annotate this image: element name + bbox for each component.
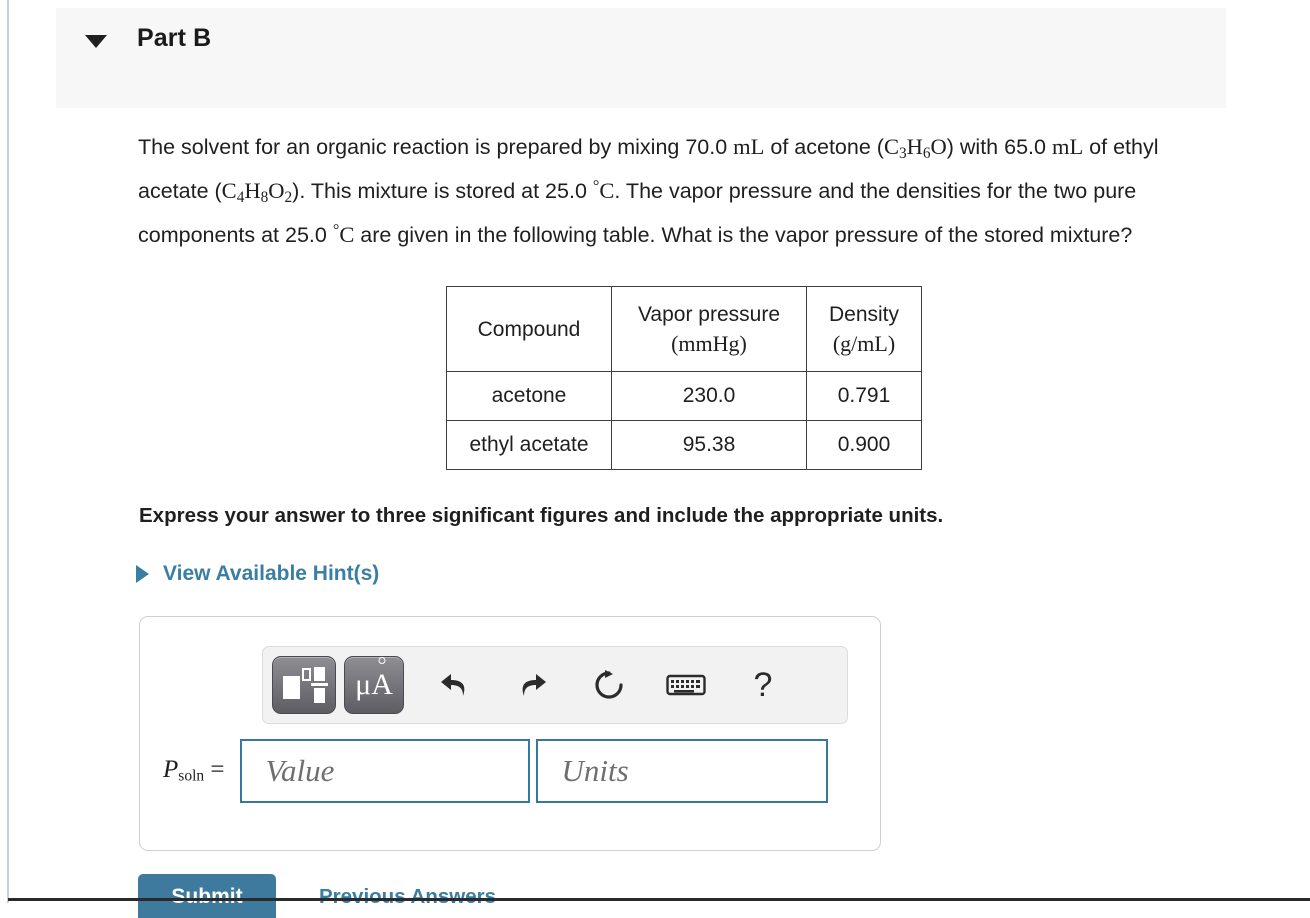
table-row: ethyl acetate 95.38 0.900 — [446, 420, 922, 470]
units-button[interactable]: μA — [344, 656, 404, 714]
formula-acetone: C3H6O — [883, 134, 947, 162]
bottom-divider — [8, 898, 1310, 901]
micro-angstrom-icon: μA — [355, 657, 393, 700]
part-header-band: Part B — [56, 8, 1226, 108]
undo-arrow-icon — [441, 674, 465, 696]
redo-button[interactable] — [503, 656, 561, 714]
view-hints-label: View Available Hint(s) — [163, 562, 380, 585]
answer-variable-label: Psoln = — [163, 756, 225, 785]
cell-compound: acetone — [446, 371, 612, 421]
triangle-right-icon — [136, 565, 149, 583]
cell-vapor-pressure: 95.38 — [611, 420, 807, 470]
cell-compound: ethyl acetate — [446, 420, 612, 470]
instruction-text: Express your answer to three significant… — [139, 504, 944, 527]
keyboard-icon — [666, 674, 706, 696]
value-placeholder: Value — [265, 753, 335, 788]
header-vapor-pressure: Vapor pressure (mmHg) — [611, 286, 807, 372]
redo-arrow-icon — [522, 674, 546, 696]
problem-text-3: ) with — [946, 135, 999, 159]
header-vapor-pressure-label: Vapor pressure — [637, 302, 781, 326]
reset-button[interactable] — [580, 656, 638, 714]
temperature-2: °C — [332, 220, 355, 247]
problem-text-1: The solvent for an organic reaction is p… — [138, 135, 734, 159]
problem-text-2: of acetone ( — [764, 135, 884, 159]
page-title: Part B — [137, 24, 212, 52]
units-input[interactable]: Units — [536, 739, 829, 803]
units-placeholder: Units — [561, 753, 629, 788]
table-row: acetone 230.0 0.791 — [446, 371, 922, 421]
cell-density: 0.900 — [806, 420, 922, 470]
previous-answers-link[interactable]: Previous Answers — [319, 885, 496, 909]
cell-vapor-pressure: 230.0 — [611, 371, 807, 421]
value-input[interactable]: Value — [240, 739, 531, 803]
answer-card: μA ? Psoln = Value Units — [139, 616, 881, 851]
problem-text-7: . The vapor pressure — [614, 178, 813, 203]
header-vapor-pressure-unit: (mmHg) — [671, 330, 747, 356]
undo-button[interactable] — [426, 656, 484, 714]
answer-input-row: Psoln = Value Units — [163, 739, 829, 803]
cell-density: 0.791 — [806, 371, 922, 421]
unit-ml-2: mL — [1051, 134, 1084, 159]
header-density-label: Density — [828, 302, 900, 326]
problem-text-9: are given in the following table. — [354, 222, 656, 247]
problem-text-4: 65.0 — [1004, 135, 1052, 159]
temperature-1: °C — [592, 176, 615, 203]
submit-button[interactable]: Submit — [138, 874, 276, 918]
header-compound: Compound — [446, 286, 612, 372]
header-density-unit: (g/mL) — [832, 330, 896, 356]
unit-ml-1: mL — [733, 134, 765, 159]
keyboard-button[interactable] — [657, 656, 715, 714]
equation-toolbar: μA ? — [262, 646, 848, 724]
math-template-icon — [282, 666, 328, 704]
left-edge-rail — [7, 0, 9, 903]
help-button[interactable]: ? — [734, 656, 792, 714]
view-hints-link[interactable]: View Available Hint(s) — [136, 562, 379, 586]
problem-text-10: What is the vapor pressure of the stored… — [661, 222, 1133, 247]
problem-text-6: ). This mixture is stored at 25.0 — [292, 178, 593, 203]
formula-ethyl-acetate: C4H8O2 — [221, 177, 293, 206]
question-mark-icon: ? — [753, 665, 773, 704]
problem-statement: The solvent for an organic reaction is p… — [138, 130, 1216, 252]
caret-down-icon[interactable] — [85, 35, 107, 48]
math-template-button[interactable] — [272, 656, 336, 714]
table-header-row: Compound Vapor pressure (mmHg) Density (… — [446, 286, 922, 372]
header-density: Density (g/mL) — [806, 286, 922, 372]
data-table: Compound Vapor pressure (mmHg) Density (… — [446, 286, 922, 470]
reset-circular-arrow-icon — [595, 670, 623, 699]
